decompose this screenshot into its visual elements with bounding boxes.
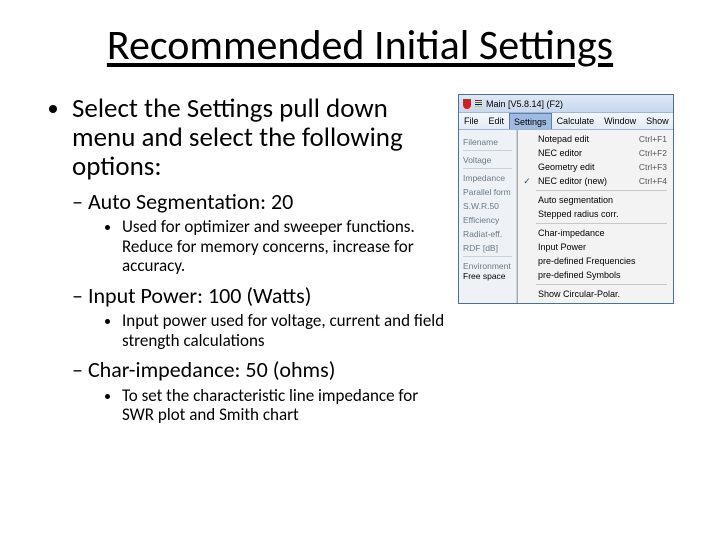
dd-inputpw-label: Input Power	[538, 242, 667, 252]
dd-notepad[interactable]: Notepad edit Ctrl+F1	[518, 132, 673, 146]
sub-1-detail: Used for optimizer and sweeper functions…	[122, 217, 448, 276]
dd-predeffreq-label: pre-defined Frequencies	[538, 256, 667, 266]
dd-predefsym-label: pre-defined Symbols	[538, 270, 667, 280]
sub-3-text: Char-impedance: 50 (ohms)	[88, 356, 335, 383]
menubar: File Edit Settings Calculate Window Show	[459, 113, 673, 130]
menu-window[interactable]: Window	[599, 113, 641, 129]
dd-geom-label: Geometry edit	[538, 162, 635, 172]
title-wrap: Recommended Initial Settings	[46, 24, 674, 68]
app-window: Main [V5.8.14] (F2) File Edit Settings C…	[458, 94, 674, 304]
dd-predefsym[interactable]: pre-defined Symbols	[518, 268, 673, 282]
sub-2-detail: Input power used for voltage, current an…	[122, 311, 448, 350]
dd-notepad-shortcut: Ctrl+F1	[639, 134, 667, 144]
bullet-1: Select the Settings pull down menu and s…	[72, 94, 448, 425]
flag-icon	[475, 100, 482, 108]
dd-notepad-label: Notepad edit	[538, 134, 635, 144]
menu-show[interactable]: Show	[641, 113, 674, 129]
dd-charimp-label: Char-impedance	[538, 228, 667, 238]
bullet-list: Select the Settings pull down menu and s…	[46, 94, 448, 425]
dd-predeffreq[interactable]: pre-defined Frequencies	[518, 254, 673, 268]
menu-edit[interactable]: Edit	[484, 113, 510, 129]
dd-necnew-label: NEC editor (new)	[538, 176, 635, 186]
menu-settings[interactable]: Settings	[509, 113, 552, 129]
sub-3: Char-impedance: 50 (ohms) To set the cha…	[92, 356, 448, 425]
dd-stepped-label: Stepped radius corr.	[538, 209, 667, 219]
side-voltage-hdr: Voltage	[463, 155, 512, 165]
side-rdf-hdr: RDF [dB]	[463, 243, 512, 253]
settings-dropdown: Notepad edit Ctrl+F1 NEC editor Ctrl+F2 …	[517, 130, 673, 303]
side-env-val: Free space	[463, 271, 512, 281]
dd-stepped[interactable]: Stepped radius corr.	[518, 207, 673, 221]
dd-necnew[interactable]: ✓ NEC editor (new) Ctrl+F4	[518, 174, 673, 188]
dd-circpolar[interactable]: Show Circular-Polar.	[518, 287, 673, 301]
dd-separator	[536, 284, 667, 285]
side-parallel-hdr: Parallel form	[463, 187, 512, 197]
dd-autoseg-label: Auto segmentation	[538, 195, 667, 205]
shield-icon	[463, 99, 471, 109]
dd-geom-shortcut: Ctrl+F3	[639, 162, 667, 172]
dd-charimp[interactable]: Char-impedance	[518, 226, 673, 240]
titlebar: Main [V5.8.14] (F2)	[459, 95, 673, 113]
dd-necnew-shortcut: Ctrl+F4	[639, 176, 667, 186]
screenshot-column: Main [V5.8.14] (F2) File Edit Settings C…	[448, 94, 674, 304]
bullet-1-text: Select the Settings pull down menu and s…	[72, 92, 403, 183]
side-filename-hdr: Filename	[463, 137, 512, 147]
dd-autoseg[interactable]: Auto segmentation	[518, 193, 673, 207]
check-icon: ✓	[520, 176, 534, 187]
sub-list: Auto Segmentation: 20 Used for optimizer…	[72, 188, 448, 425]
dd-separator	[536, 223, 667, 224]
dd-nec-label: NEC editor	[538, 148, 635, 158]
side-env-hdr: Environment	[463, 261, 512, 271]
body-columns: Select the Settings pull down menu and s…	[46, 94, 674, 431]
dd-separator	[536, 190, 667, 191]
side-efficiency-hdr: Efficiency	[463, 215, 512, 225]
dd-nec-shortcut: Ctrl+F2	[639, 148, 667, 158]
side-swr-hdr: S.W.R.50	[463, 201, 512, 211]
menu-file[interactable]: File	[459, 113, 484, 129]
slide-title: Recommended Initial Settings	[107, 24, 613, 68]
sub-2: Input Power: 100 (Watts) Input power use…	[92, 282, 448, 351]
app-title: Main [V5.8.14] (F2)	[486, 99, 563, 109]
dd-geom[interactable]: Geometry edit Ctrl+F3	[518, 160, 673, 174]
side-panel: Filename Voltage Impedance Parallel form…	[459, 130, 517, 303]
dd-inputpw[interactable]: Input Power	[518, 240, 673, 254]
slide: Recommended Initial Settings Select the …	[0, 0, 720, 540]
sub-1-text: Auto Segmentation: 20	[88, 188, 293, 215]
sub-1: Auto Segmentation: 20 Used for optimizer…	[92, 188, 448, 276]
text-column: Select the Settings pull down menu and s…	[46, 94, 448, 431]
dd-nec[interactable]: NEC editor Ctrl+F2	[518, 146, 673, 160]
dd-circpolar-label: Show Circular-Polar.	[538, 289, 667, 299]
side-impedance-hdr: Impedance	[463, 173, 512, 183]
side-radiat-hdr: Radiat-eff.	[463, 229, 512, 239]
sub-3-detail: To set the characteristic line impedance…	[122, 386, 448, 425]
app-body: Filename Voltage Impedance Parallel form…	[459, 130, 673, 303]
sub-2-text: Input Power: 100 (Watts)	[88, 282, 311, 309]
menu-calculate[interactable]: Calculate	[552, 113, 600, 129]
